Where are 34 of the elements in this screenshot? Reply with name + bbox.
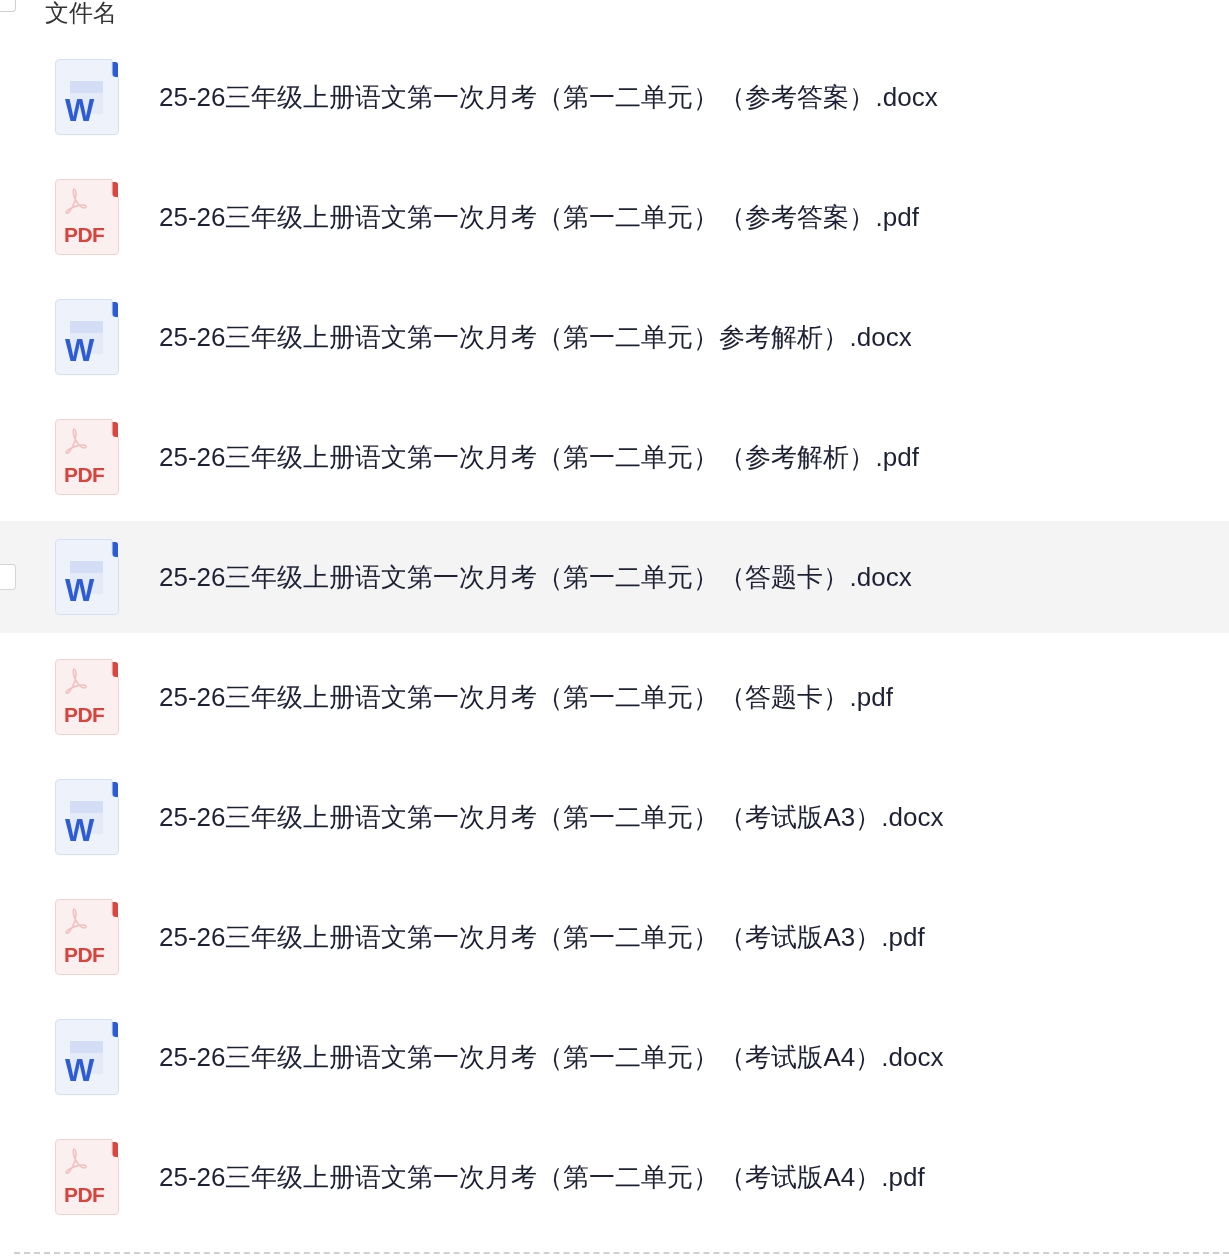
file-type-label: W [65, 335, 95, 366]
file-type-label: PDF [64, 464, 105, 485]
file-row[interactable]: W 25-26三年级上册语文第一次月考（第一二单元）（答题卡）.docx [0, 521, 1229, 633]
file-type-label: W [65, 815, 95, 846]
document-icon [55, 1139, 119, 1215]
document-icon [55, 59, 119, 135]
document-icon [55, 659, 119, 735]
file-type-label: PDF [64, 1184, 105, 1205]
document-icon [55, 179, 119, 255]
file-type-label: PDF [64, 704, 105, 725]
column-header: 文件名 [45, 0, 117, 26]
document-icon [55, 899, 119, 975]
document-icon [55, 779, 119, 855]
file-type-label: W [65, 1055, 95, 1086]
select-all-checkbox[interactable] [0, 0, 16, 12]
file-type-label: PDF [64, 224, 105, 245]
file-name[interactable]: 25-26三年级上册语文第一次月考（第一二单元）（参考答案）.docx [159, 81, 938, 113]
file-type-label: W [65, 95, 95, 126]
document-icon [55, 419, 119, 495]
document-icon [55, 299, 119, 375]
file-name[interactable]: 25-26三年级上册语文第一次月考（第一二单元）（考试版A4）.pdf [159, 1161, 925, 1193]
file-name[interactable]: 25-26三年级上册语文第一次月考（第一二单元）参考解析）.docx [159, 321, 912, 353]
row-checkbox[interactable] [0, 564, 16, 590]
file-name[interactable]: 25-26三年级上册语文第一次月考（第一二单元）（答题卡）.docx [159, 561, 912, 593]
file-name[interactable]: 25-26三年级上册语文第一次月考（第一二单元）（参考解析）.pdf [159, 441, 919, 473]
file-name[interactable]: 25-26三年级上册语文第一次月考（第一二单元）（考试版A4）.docx [159, 1041, 944, 1073]
file-type-label: PDF [64, 944, 105, 965]
file-name[interactable]: 25-26三年级上册语文第一次月考（第一二单元）（考试版A3）.pdf [159, 921, 925, 953]
file-name[interactable]: 25-26三年级上册语文第一次月考（第一二单元）（考试版A3）.docx [159, 801, 944, 833]
file-type-label: W [65, 575, 95, 606]
document-icon [55, 1019, 119, 1095]
document-icon [55, 539, 119, 615]
file-name[interactable]: 25-26三年级上册语文第一次月考（第一二单元）（参考答案）.pdf [159, 201, 919, 233]
file-name[interactable]: 25-26三年级上册语文第一次月考（第一二单元）（答题卡）.pdf [159, 681, 893, 713]
